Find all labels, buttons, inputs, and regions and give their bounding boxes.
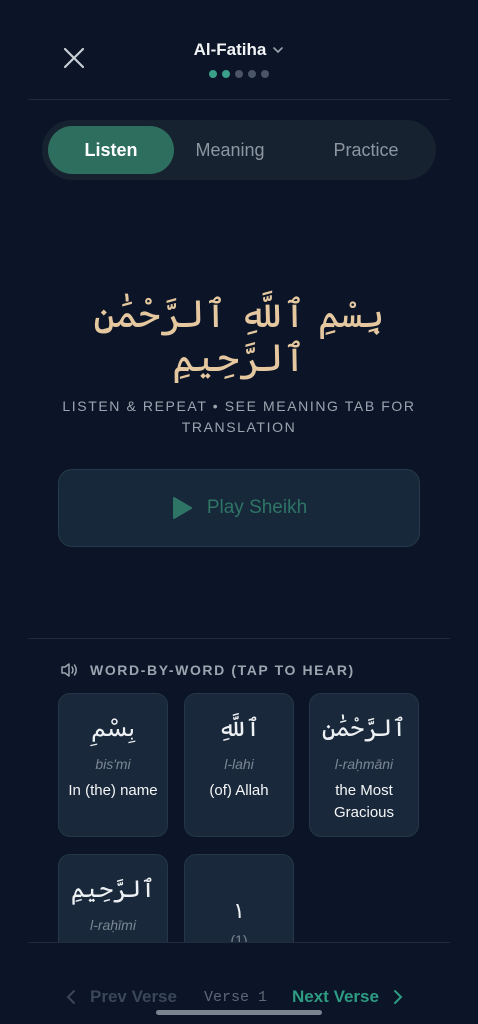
progress-dot [248, 70, 256, 78]
prev-verse-button[interactable]: Prev Verse [66, 987, 177, 1007]
tab-listen[interactable]: Listen [48, 126, 174, 174]
footer-divider [28, 942, 450, 943]
word-arabic: ٱلرَّحِيمِ [70, 875, 156, 903]
next-verse-label: Next Verse [292, 987, 379, 1006]
progress-dots [0, 70, 478, 78]
word-meaning: In (the) name [68, 782, 158, 799]
prev-verse-label: Prev Verse [90, 987, 177, 1006]
word-arabic: ٱلرَّحْمَٰنِ [321, 714, 407, 742]
word-card[interactable]: ٱلرَّحِيمِ l-raḥīmi [58, 854, 168, 942]
verse-arabic: بِسْمِ ٱللَّهِ ٱلرَّحْمَٰنِ ٱلرَّحِيمِ [93, 292, 385, 380]
verse-end-label: (1) [230, 932, 248, 942]
app-screen: Al-Fatiha Listen Meaning Practice بِسْمِ… [0, 0, 478, 1024]
word-by-word-header: WORD-BY-WORD (TAP TO HEAR) [60, 662, 355, 678]
verse-end-card[interactable]: ١ (1) [184, 854, 294, 942]
progress-dot [261, 70, 269, 78]
word-card[interactable]: بِسْمِ bis'mi In (the) name [58, 693, 168, 837]
progress-dot [222, 70, 230, 78]
play-sheikh-button[interactable]: Play Sheikh [58, 469, 420, 547]
word-card[interactable]: ٱللَّهِ l-lahi (of) Allah [184, 693, 294, 837]
next-verse-button[interactable]: Next Verse [292, 987, 403, 1007]
surah-selector[interactable]: Al-Fatiha [0, 40, 478, 60]
word-meaning: the Most Gracious [333, 782, 395, 821]
word-by-word-title: WORD-BY-WORD (TAP TO HEAR) [90, 662, 355, 678]
chevron-right-icon [393, 990, 403, 1004]
progress-dot [235, 70, 243, 78]
section-divider [28, 638, 450, 639]
header-divider [28, 99, 450, 100]
tab-meaning[interactable]: Meaning [174, 126, 286, 174]
chevron-down-icon [272, 44, 284, 56]
play-label: Play Sheikh [206, 497, 308, 518]
word-meaning: (of) Allah [209, 782, 269, 799]
word-card[interactable]: ٱلرَّحْمَٰنِ l-raḥmāni the Most Gracious [309, 693, 419, 837]
word-transliteration: l-raḥīmi [90, 917, 136, 933]
surah-title: Al-Fatiha [193, 40, 267, 59]
header: Al-Fatiha [0, 0, 478, 100]
play-icon [172, 497, 192, 519]
word-arabic: ٱللَّهِ [217, 714, 261, 742]
verse-end-number: ١ [233, 899, 245, 924]
chevron-left-icon [66, 990, 75, 1004]
word-arabic: بِسْمِ [90, 714, 136, 742]
verse-hint: LISTEN & REPEAT • SEE MEANING TAB FOR TR… [62, 398, 416, 435]
word-transliteration: bis'mi [95, 756, 131, 772]
tab-practice[interactable]: Practice [302, 126, 430, 174]
word-grid: بِسْمِ bis'mi In (the) name ٱللَّهِ l-la… [0, 690, 478, 942]
home-indicator [156, 1010, 322, 1015]
verse-indicator: Verse 1 [204, 989, 268, 1006]
progress-dot [209, 70, 217, 78]
mode-tabs: Listen Meaning Practice [42, 120, 436, 180]
speaker-icon [61, 663, 77, 677]
word-transliteration: l-lahi [224, 756, 254, 772]
word-transliteration: l-raḥmāni [334, 756, 394, 772]
